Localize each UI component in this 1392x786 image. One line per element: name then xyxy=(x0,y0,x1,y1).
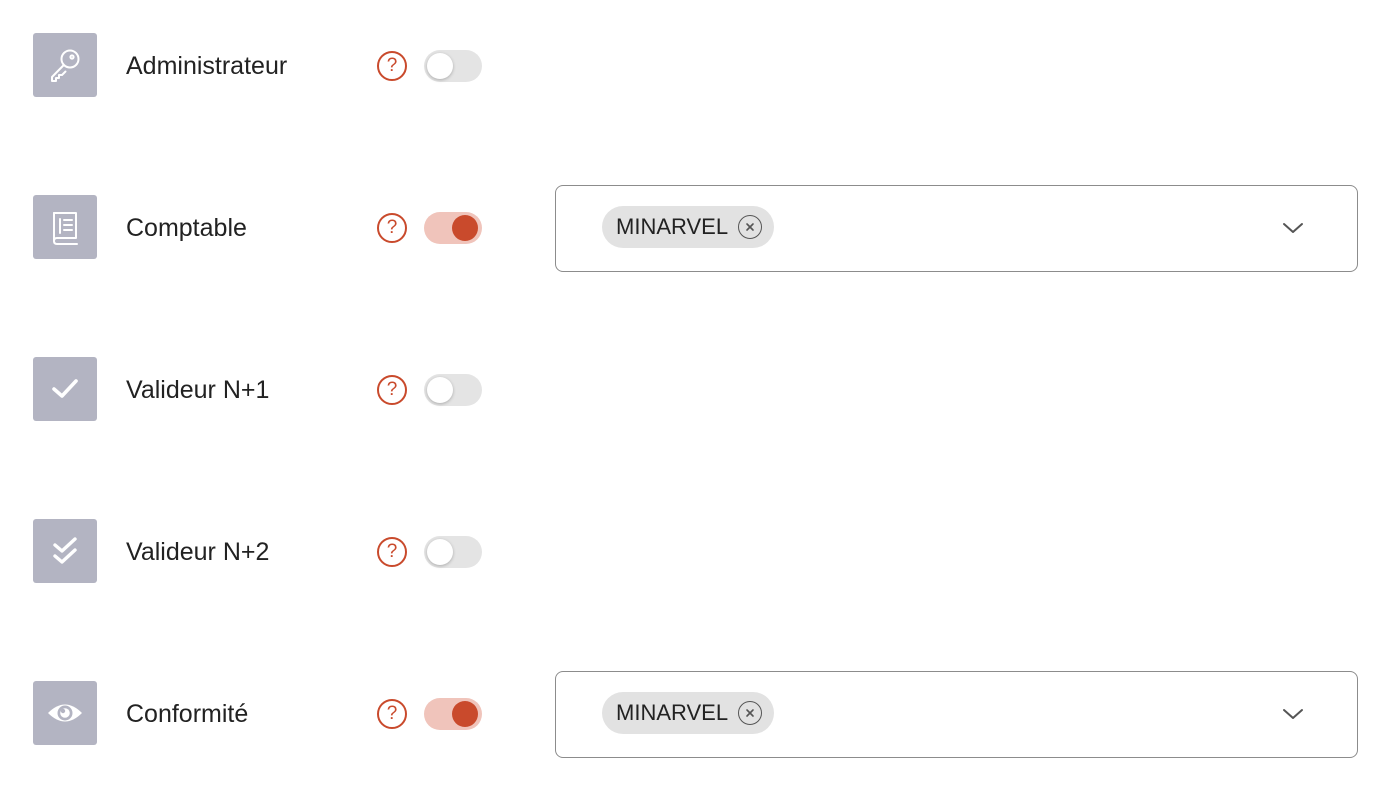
key-icon xyxy=(33,33,97,97)
help-icon[interactable]: ? xyxy=(377,699,407,729)
double-check-icon xyxy=(33,519,97,583)
eye-icon xyxy=(33,681,97,745)
role-label: Valideur N+2 xyxy=(126,538,270,566)
role-toggle-administrateur[interactable] xyxy=(424,50,482,82)
chip-label: MINARVEL xyxy=(616,214,729,239)
ledger-book-icon xyxy=(33,195,97,259)
help-icon[interactable]: ? xyxy=(377,51,407,81)
entity-multiselect-conformite[interactable]: MINARVEL xyxy=(555,671,1358,758)
chevron-down-icon[interactable] xyxy=(1281,706,1305,722)
role-label: Valideur N+1 xyxy=(126,376,270,404)
chip-remove-icon[interactable] xyxy=(738,215,763,239)
selected-entity-chip: MINARVEL xyxy=(602,692,775,734)
role-row-comptable: Comptable ? MINARVEL xyxy=(0,183,1392,273)
role-toggle-valideur-n1[interactable] xyxy=(424,374,482,406)
toggle-knob xyxy=(452,215,478,241)
help-icon[interactable]: ? xyxy=(377,375,407,405)
entity-multiselect-comptable[interactable]: MINARVEL xyxy=(555,185,1358,272)
role-toggle-valideur-n2[interactable] xyxy=(424,536,482,568)
role-row-administrateur: Administrateur ? xyxy=(0,21,1392,111)
chip-remove-icon[interactable] xyxy=(738,701,763,725)
role-label: Conformité xyxy=(126,700,249,728)
role-toggle-comptable[interactable] xyxy=(424,212,482,244)
toggle-knob xyxy=(427,53,453,79)
toggle-knob xyxy=(427,377,453,403)
check-icon xyxy=(33,357,97,421)
chip-label: MINARVEL xyxy=(616,700,729,725)
role-row-valideur-n1: Valideur N+1 ? xyxy=(0,345,1392,435)
roles-list: Administrateur ? Comptable ? MINARVEL Va… xyxy=(0,0,1392,786)
role-label: Comptable xyxy=(126,214,247,242)
selected-entity-chip: MINARVEL xyxy=(602,206,775,248)
toggle-knob xyxy=(427,539,453,565)
role-toggle-conformite[interactable] xyxy=(424,698,482,730)
role-label: Administrateur xyxy=(126,52,288,80)
role-row-conformite: Conformité ? MINARVEL xyxy=(0,669,1392,759)
help-icon[interactable]: ? xyxy=(377,537,407,567)
toggle-knob xyxy=(452,701,478,727)
role-row-valideur-n2: Valideur N+2 ? xyxy=(0,507,1392,597)
help-icon[interactable]: ? xyxy=(377,213,407,243)
chevron-down-icon[interactable] xyxy=(1281,220,1305,236)
